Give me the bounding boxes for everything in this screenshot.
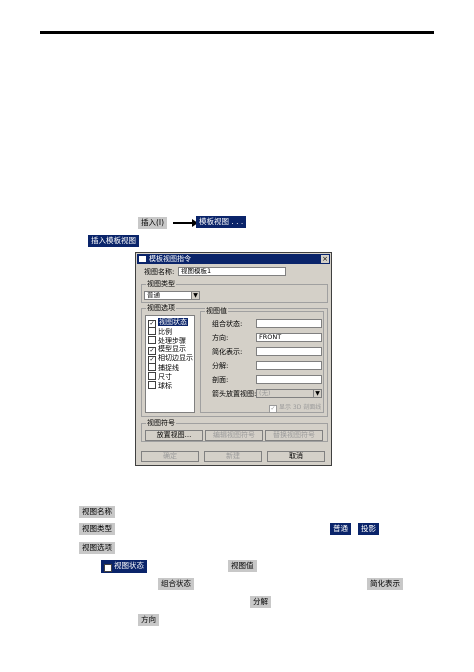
note-combo-state: 组合状态: [158, 578, 194, 590]
note-view-state: ✓ 视图状态: [101, 560, 147, 573]
template-view-dialog: 模板视图指令 × 视图名称: 视图模板1 视图类型 普通 ▼ 视图选项 ✓ 视图状…: [135, 252, 332, 466]
note-projection: 投影: [358, 523, 379, 535]
view-type-group-title: 视图类型: [146, 280, 176, 289]
checkbox-icon: ✓: [104, 564, 112, 572]
chevron-down-icon: ▼: [191, 292, 199, 299]
section-label: 剖面:: [212, 376, 229, 384]
arrow-view-label: 箭头放置视图:: [212, 390, 257, 398]
checkbox-icon[interactable]: ✓: [269, 405, 277, 413]
option-snap-line[interactable]: 捕捉线: [148, 363, 179, 372]
insert-template-view-caption: 插入模板视图: [88, 235, 139, 247]
note-view-type: 视图类型: [79, 523, 115, 535]
ok-button[interactable]: 确定: [141, 451, 199, 462]
show-3d-section-checkbox[interactable]: ✓ 显示 3D 剖面线: [269, 403, 321, 413]
note-normal: 普通: [330, 523, 351, 535]
orientation-label: 方向:: [212, 334, 229, 342]
combo-state-input[interactable]: [256, 319, 322, 328]
window-icon: [139, 256, 146, 262]
note-explode: 分解: [250, 596, 271, 608]
view-options-list[interactable]: ✓ 视图状态 比例 处理步骤 ✓ 模型显示 ✓ 相切边显示 捕捉线 尺寸 球标: [145, 315, 195, 413]
edit-view-symbol-button[interactable]: 编辑视图符号: [205, 430, 263, 441]
explode-label: 分解:: [212, 362, 229, 370]
simplified-input[interactable]: [256, 347, 322, 356]
arrow-view-value: (无): [259, 389, 271, 397]
menu-template-view[interactable]: 模板视图 . . .: [196, 216, 247, 228]
checkbox-icon[interactable]: [148, 363, 156, 371]
cancel-button[interactable]: 取消: [267, 451, 325, 462]
view-name-label: 视图名称:: [144, 268, 175, 276]
view-values-group-title: 视图值: [205, 307, 228, 316]
menu-insert[interactable]: 插入(I): [138, 217, 168, 229]
note-view-name: 视图名称: [79, 506, 115, 518]
checkbox-icon[interactable]: [148, 327, 156, 335]
view-type-select[interactable]: 普通 ▼: [144, 291, 200, 300]
checkbox-icon[interactable]: [148, 372, 156, 380]
orientation-input[interactable]: FRONT: [256, 333, 322, 342]
page-top-rule: [40, 31, 434, 34]
chevron-down-icon: ▼: [313, 390, 321, 397]
place-view-button[interactable]: 放置视图...: [145, 430, 203, 441]
new-button[interactable]: 新建: [204, 451, 262, 462]
option-scale[interactable]: 比例: [148, 327, 172, 336]
arrow-icon: [173, 219, 198, 227]
explode-input[interactable]: [256, 361, 322, 370]
note-simplified: 简化表示: [367, 578, 403, 590]
note-view-values: 视图值: [228, 560, 257, 572]
replace-view-symbol-button[interactable]: 替换视图符号: [265, 430, 323, 441]
arrow-view-select[interactable]: (无) ▼: [256, 389, 322, 398]
dialog-titlebar: 模板视图指令 ×: [137, 254, 330, 264]
section-input[interactable]: [256, 375, 322, 384]
combo-state-label: 组合状态:: [212, 320, 243, 328]
option-balloon[interactable]: 球标: [148, 381, 172, 390]
view-options-group-title: 视图选项: [146, 304, 176, 313]
checkbox-icon[interactable]: [148, 336, 156, 344]
note-orientation: 方向: [138, 614, 159, 626]
option-dimension[interactable]: 尺寸: [148, 372, 172, 381]
view-name-input[interactable]: 视图模板1: [178, 267, 286, 276]
close-icon[interactable]: ×: [321, 255, 329, 263]
note-view-options: 视图选项: [79, 542, 115, 554]
dialog-title: 模板视图指令: [149, 255, 191, 263]
view-symbol-group-title: 视图符号: [146, 419, 176, 428]
simplified-label: 简化表示:: [212, 348, 243, 356]
view-type-value: 普通: [147, 291, 160, 299]
checkbox-icon[interactable]: [148, 381, 156, 389]
option-process-step[interactable]: 处理步骤: [148, 336, 186, 345]
